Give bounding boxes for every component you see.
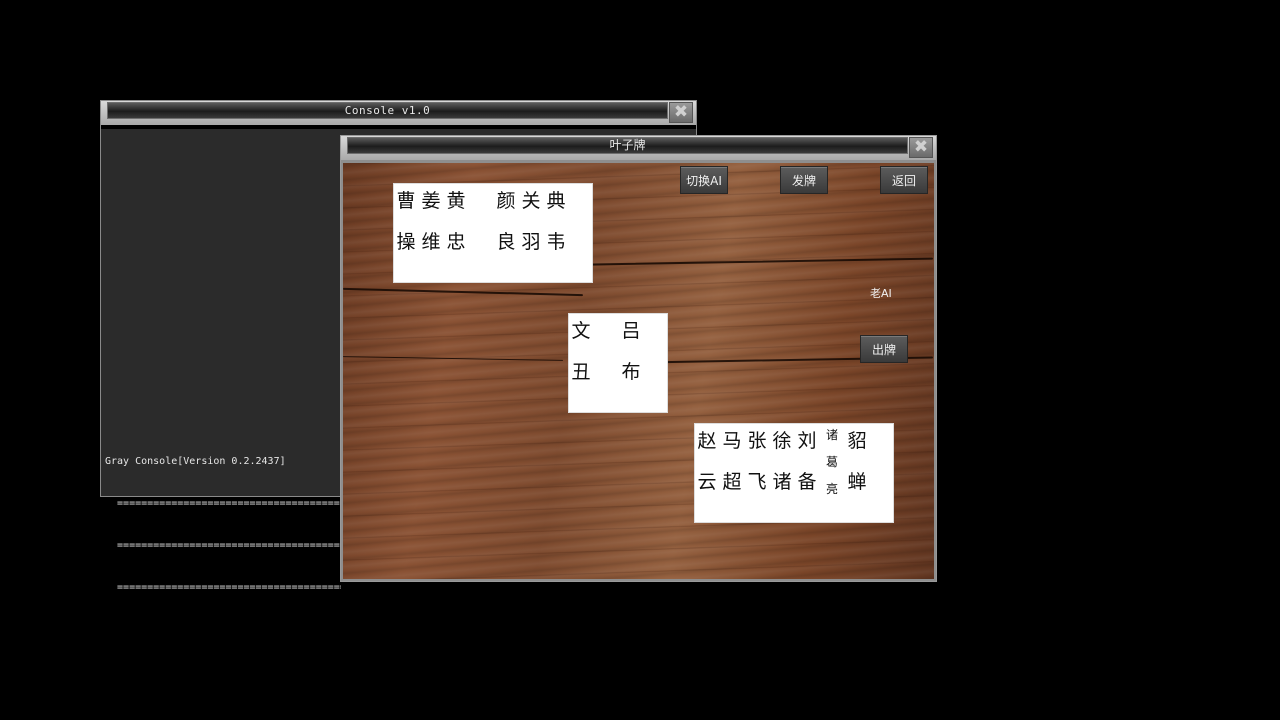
card-top: 曹 — [396, 190, 416, 212]
card-top: 关 — [521, 190, 541, 212]
game-window: 叶子牌 ✖ 切换AI 发牌 返回 出牌 老AI 曹操 姜维 黄忠 颜良 关羽 典… — [340, 135, 937, 582]
wood-crack — [343, 287, 583, 297]
game-title: 叶子牌 — [347, 137, 908, 154]
card-bottom: 操 — [396, 231, 416, 253]
card-top: 颜 — [496, 190, 516, 212]
card-bottom: 蝉 — [847, 471, 867, 493]
opponent-label: 老AI — [870, 287, 892, 300]
card-bottom: 备 — [797, 471, 817, 493]
deal-button[interactable]: 发牌 — [780, 166, 828, 194]
console-line: ======================================== — [105, 582, 341, 593]
card-top: 诸 — [825, 428, 838, 442]
console-line: ======================================== — [105, 498, 341, 509]
console-line: ======================================== — [105, 540, 341, 551]
switch-ai-button[interactable]: 切换AI — [680, 166, 728, 194]
card-bottom: 丑 — [571, 361, 591, 383]
console-title: Console v1.0 — [107, 102, 668, 119]
console-line: Gray Console[Version 0.2.2437] — [105, 456, 286, 467]
game-titlebar[interactable]: 叶子牌 ✖ — [341, 136, 936, 160]
card-top: 徐 — [772, 430, 792, 452]
card-bottom: 亮 — [825, 482, 838, 496]
card-top: 刘 — [797, 430, 817, 452]
console-close-icon[interactable]: ✖ — [669, 102, 693, 123]
card-bottom: 诸 — [772, 471, 792, 493]
card-bottom: 超 — [722, 471, 742, 493]
player-hand: 赵云 马超 张飞 徐诸 刘备 诸 葛 亮 貂蝉 — [694, 423, 894, 523]
wood-crack — [343, 356, 563, 361]
game-close-icon[interactable]: ✖ — [909, 137, 933, 158]
card-bottom: 飞 — [747, 471, 767, 493]
played-cards: 文丑 吕布 — [568, 313, 668, 413]
game-table: 切换AI 发牌 返回 出牌 老AI 曹操 姜维 黄忠 颜良 关羽 典韦 文丑 吕… — [343, 163, 934, 579]
console-titlebar[interactable]: Console v1.0 ✖ — [101, 101, 696, 125]
card-bottom: 云 — [697, 471, 717, 493]
card-middle: 葛 — [825, 455, 838, 469]
card-bottom: 韦 — [546, 231, 566, 253]
card-bottom: 布 — [621, 361, 641, 383]
card-top: 姜 — [421, 190, 441, 212]
card-top: 赵 — [697, 430, 717, 452]
card-top: 马 — [722, 430, 742, 452]
card-top: 黄 — [446, 190, 466, 212]
play-button[interactable]: 出牌 — [860, 335, 908, 363]
opponent-top-hand: 曹操 姜维 黄忠 颜良 关羽 典韦 — [393, 183, 593, 283]
card-top: 貂 — [847, 430, 867, 452]
back-button[interactable]: 返回 — [880, 166, 928, 194]
card-bottom: 忠 — [446, 231, 466, 253]
card-top: 典 — [546, 190, 566, 212]
card-top: 吕 — [621, 320, 641, 342]
wood-crack — [543, 257, 933, 267]
card-bottom: 良 — [496, 231, 516, 253]
card-top: 张 — [747, 430, 767, 452]
card-bottom: 羽 — [521, 231, 541, 253]
card-top: 文 — [571, 320, 591, 342]
card-bottom: 维 — [421, 231, 441, 253]
console-text: Gray Console[Version 0.2.2437] =========… — [105, 427, 341, 623]
